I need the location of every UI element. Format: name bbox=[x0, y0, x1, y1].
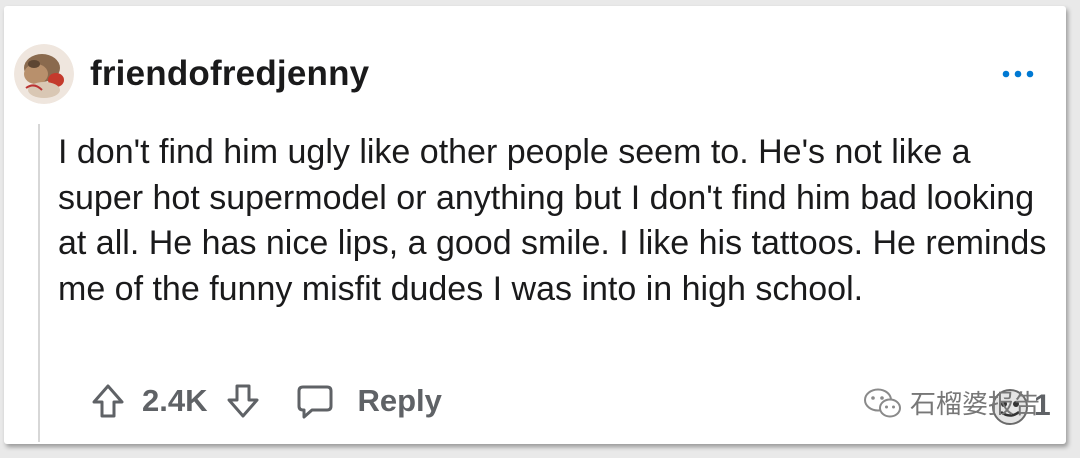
downvote-arrow-icon bbox=[227, 384, 259, 418]
comment-card: friendofredjenny I don't find him ugly l… bbox=[4, 6, 1066, 444]
reply-button[interactable]: Reply bbox=[295, 381, 442, 421]
speech-bubble-icon bbox=[297, 385, 333, 419]
upvote-arrow-icon bbox=[92, 384, 124, 418]
comment-body: I don't find him ugly like other people … bbox=[58, 133, 1047, 308]
watermark: 石榴婆报告 bbox=[862, 384, 1040, 421]
thread-line[interactable] bbox=[38, 124, 40, 442]
more-dots-icon bbox=[1002, 70, 1034, 78]
avatar-image bbox=[14, 44, 74, 104]
username[interactable]: friendofredjenny bbox=[90, 54, 369, 94]
watermark-text: 石榴婆报告 bbox=[910, 390, 1041, 420]
avatar[interactable] bbox=[14, 44, 74, 104]
wechat-icon bbox=[864, 388, 901, 417]
downvote-button[interactable] bbox=[225, 381, 261, 421]
comment-actions: 2.4K Reply bbox=[90, 376, 442, 426]
more-options-button[interactable] bbox=[998, 58, 1038, 88]
reply-label: Reply bbox=[357, 383, 442, 418]
vote-score: 2.4K bbox=[142, 383, 208, 418]
upvote-button[interactable] bbox=[90, 381, 126, 421]
